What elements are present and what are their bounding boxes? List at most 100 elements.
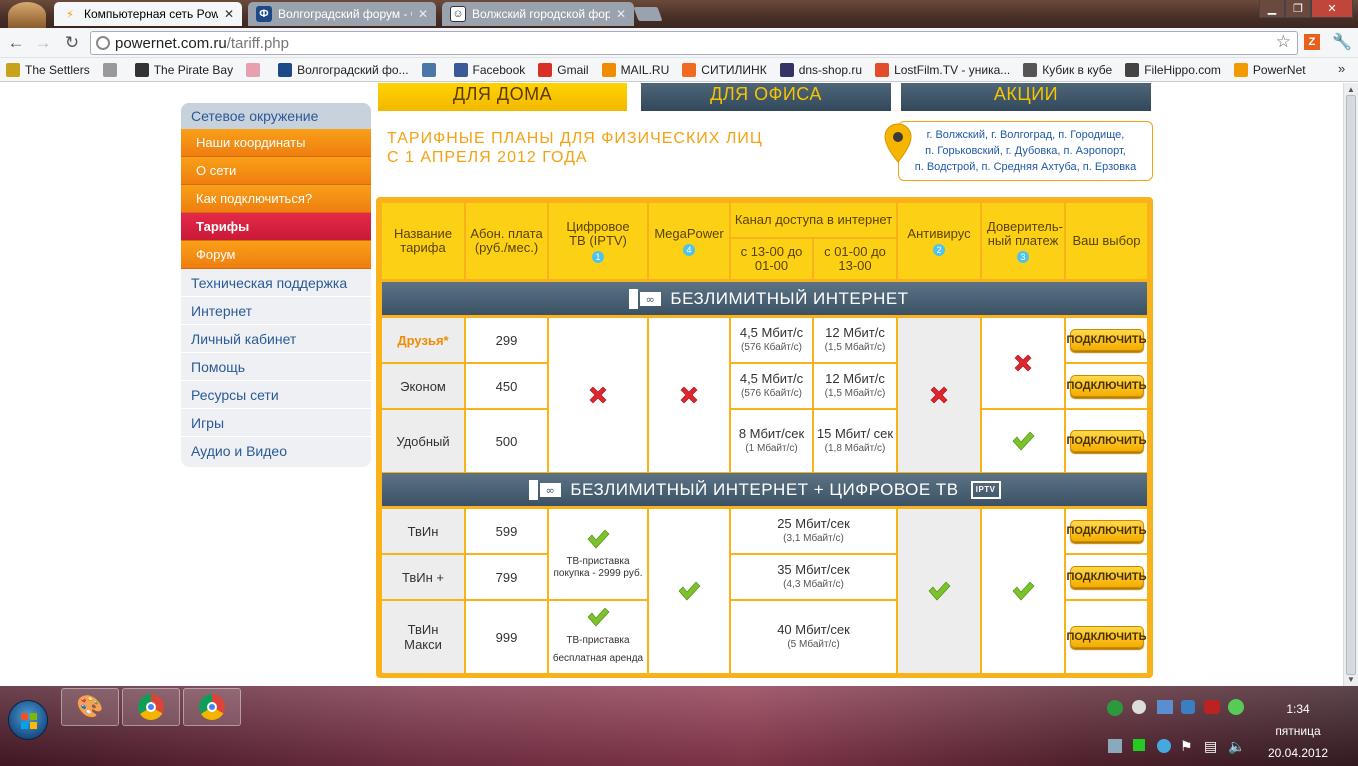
wrench-menu-icon[interactable]: 🔧: [1332, 32, 1352, 52]
bookmark-item[interactable]: СИТИЛИНК: [682, 62, 767, 77]
bookmarks-overflow-icon[interactable]: »: [1338, 61, 1350, 76]
footnote-badge: 2: [933, 243, 945, 256]
browser-tab[interactable]: Ф Волгоградский форум - О ✕: [248, 2, 436, 26]
utorrent-icon[interactable]: [1107, 700, 1123, 716]
connect-button[interactable]: ПОДКЛЮЧИТЬ: [1066, 329, 1147, 351]
connect-button[interactable]: ПОДКЛЮЧИТЬ: [1066, 430, 1147, 452]
windows-taskbar: 🎨 ⚑ ▤ 🔈 1:34 пятница 20.04.2012: [0, 686, 1358, 766]
volume-icon[interactable]: 🔈: [1228, 738, 1245, 755]
close-window-button[interactable]: ✕: [1311, 0, 1353, 18]
bookmark-item[interactable]: [421, 62, 441, 77]
close-tab-icon[interactable]: ✕: [616, 7, 626, 21]
bookmark-item[interactable]: [246, 62, 265, 77]
tray-app-icon[interactable]: [1133, 739, 1145, 751]
settlers-icon: [6, 62, 20, 77]
sidebar-item[interactable]: Интернет: [181, 297, 371, 325]
network-icon[interactable]: ▤: [1204, 738, 1217, 755]
header-trust-payment: Доверитель-ный платеж 3: [982, 203, 1064, 279]
map-pin-icon: [884, 123, 912, 163]
footnote-badge: 4: [683, 243, 695, 256]
speed-day: 8 Мбит/сек (1 Мбайт/с): [731, 410, 812, 472]
iptv-cell: ТВ-приставка бесплатная аренда: [549, 601, 647, 673]
browser-tab[interactable]: ⚡ Компьютерная сеть Power ✕: [54, 2, 242, 26]
start-button[interactable]: [8, 700, 48, 740]
clock[interactable]: 1:34 пятница 20.04.2012: [1262, 698, 1334, 764]
header-channel: Канал доступа в интернет: [731, 203, 896, 237]
close-tab-icon[interactable]: ✕: [224, 7, 234, 21]
bookmark-item[interactable]: dns-shop.ru: [779, 62, 862, 77]
tab-for-office[interactable]: ДЛЯ ОФИСА: [641, 83, 891, 111]
reload-button[interactable]: ↻: [61, 32, 83, 54]
sidebar-item-network[interactable]: Сетевое окружение: [181, 103, 371, 129]
extension-z-icon[interactable]: Z: [1304, 34, 1320, 50]
sidebar-subitem[interactable]: Форум: [181, 241, 371, 269]
taskbar-chrome-button[interactable]: [122, 688, 180, 726]
forward-button[interactable]: →: [32, 32, 54, 54]
tariff-name: Друзья*: [382, 318, 464, 362]
forum-f-icon: Ф: [256, 6, 272, 22]
sidebar-subitem[interactable]: О сети: [181, 157, 371, 185]
scroll-down-icon[interactable]: ▼: [1347, 675, 1355, 684]
forum-f-icon: [278, 62, 293, 77]
speed-night: 12 Мбит/с (1,5 Мбайт/с): [814, 364, 896, 408]
sidebar-item[interactable]: Игры: [181, 409, 371, 437]
sidebar-subitem-active[interactable]: Тарифы: [181, 213, 371, 241]
bookmark-item[interactable]: PowerNet: [1233, 62, 1306, 77]
iptv-tv-icon: IPTV: [970, 480, 1001, 499]
tray-app-icon[interactable]: [1157, 700, 1173, 714]
page-scrollbar[interactable]: ▲ ▼: [1343, 83, 1358, 686]
sidebar-item[interactable]: Помощь: [181, 353, 371, 381]
forum-smiley-icon: ☺: [450, 6, 466, 22]
sidebar-subitem[interactable]: Как подключиться?: [181, 185, 371, 213]
header-megapower: MegaPower 4: [649, 203, 729, 279]
tab-promotions[interactable]: АКЦИИ: [901, 83, 1151, 111]
bookmark-item[interactable]: The Pirate Bay: [134, 62, 233, 77]
bookmark-item[interactable]: The Settlers: [6, 62, 90, 77]
speed-day: 4,5 Мбит/с (576 Кбайт/с): [731, 318, 812, 362]
browser-tab[interactable]: ☺ Волжский городской фор ✕: [442, 2, 634, 26]
section-band-internet-tv: ∞ БЕЗЛИМИТНЫЙ ИНТЕРНЕТ + ЦИФРОВОЕ ТВ IPT…: [382, 473, 1147, 506]
address-bar[interactable]: powernet.com.ru/tariff.php ☆: [90, 31, 1298, 55]
sidebar-item[interactable]: Аудио и Видео: [181, 437, 371, 465]
sidebar-item[interactable]: Личный кабинет: [181, 325, 371, 353]
scrollbar-thumb[interactable]: [1346, 95, 1356, 675]
tray-app-icon[interactable]: [1132, 700, 1146, 714]
bookmark-item[interactable]: FileHippo.com: [1125, 62, 1221, 77]
taskbar-paint-button[interactable]: 🎨: [61, 688, 119, 726]
header-night: с 01-00 до 13-00: [814, 239, 896, 279]
bookmark-item[interactable]: [102, 62, 122, 77]
tray-app-icon[interactable]: [1228, 699, 1244, 715]
dns-icon: [779, 62, 794, 77]
connect-button[interactable]: ПОДКЛЮЧИТЬ: [1066, 566, 1147, 588]
new-tab-button[interactable]: [633, 7, 663, 21]
tray-app-icon[interactable]: [1204, 700, 1220, 714]
bookmark-item[interactable]: Gmail: [538, 62, 589, 77]
paint-icon: 🎨: [76, 694, 104, 719]
close-tab-icon[interactable]: ✕: [418, 7, 428, 21]
bookmarks-bar: The Settlers The Pirate Bay Волгоградский …: [0, 58, 1358, 82]
action-center-flag-icon[interactable]: ⚑: [1180, 738, 1193, 755]
bookmark-item[interactable]: Кубик в кубе: [1023, 62, 1112, 77]
taskbar-chrome-button[interactable]: [183, 688, 241, 726]
tray-app-icon[interactable]: [1181, 700, 1195, 714]
bookmark-item[interactable]: Facebook: [453, 62, 525, 77]
megapower-cell: [649, 318, 729, 472]
minimize-button[interactable]: ▁: [1259, 0, 1285, 18]
bookmark-item[interactable]: Волгоградский фо...: [278, 62, 409, 77]
back-button[interactable]: ←: [5, 32, 27, 54]
tray-app-icon[interactable]: [1108, 739, 1122, 753]
bookmark-item[interactable]: LostFilm.TV - уника...: [875, 62, 1010, 77]
connect-button[interactable]: ПОДКЛЮЧИТЬ: [1066, 626, 1147, 648]
bookmark-star-icon[interactable]: ☆: [1276, 32, 1291, 52]
sidebar-subitem[interactable]: Наши координаты: [181, 129, 371, 157]
tab-for-home[interactable]: ДЛЯ ДОМА: [378, 83, 627, 111]
sidebar-item[interactable]: Ресурсы сети: [181, 381, 371, 409]
bookmark-item[interactable]: MAIL.RU: [601, 62, 669, 77]
tariff-name: Удобный: [382, 410, 464, 472]
sidebar-item[interactable]: Техническая поддержка: [181, 269, 371, 297]
tray-app-icon[interactable]: [1157, 739, 1171, 753]
connect-button[interactable]: ПОДКЛЮЧИТЬ: [1066, 520, 1147, 542]
scroll-up-icon[interactable]: ▲: [1347, 85, 1355, 94]
connect-button[interactable]: ПОДКЛЮЧИТЬ: [1066, 375, 1147, 397]
maximize-button[interactable]: ❐: [1285, 0, 1311, 18]
